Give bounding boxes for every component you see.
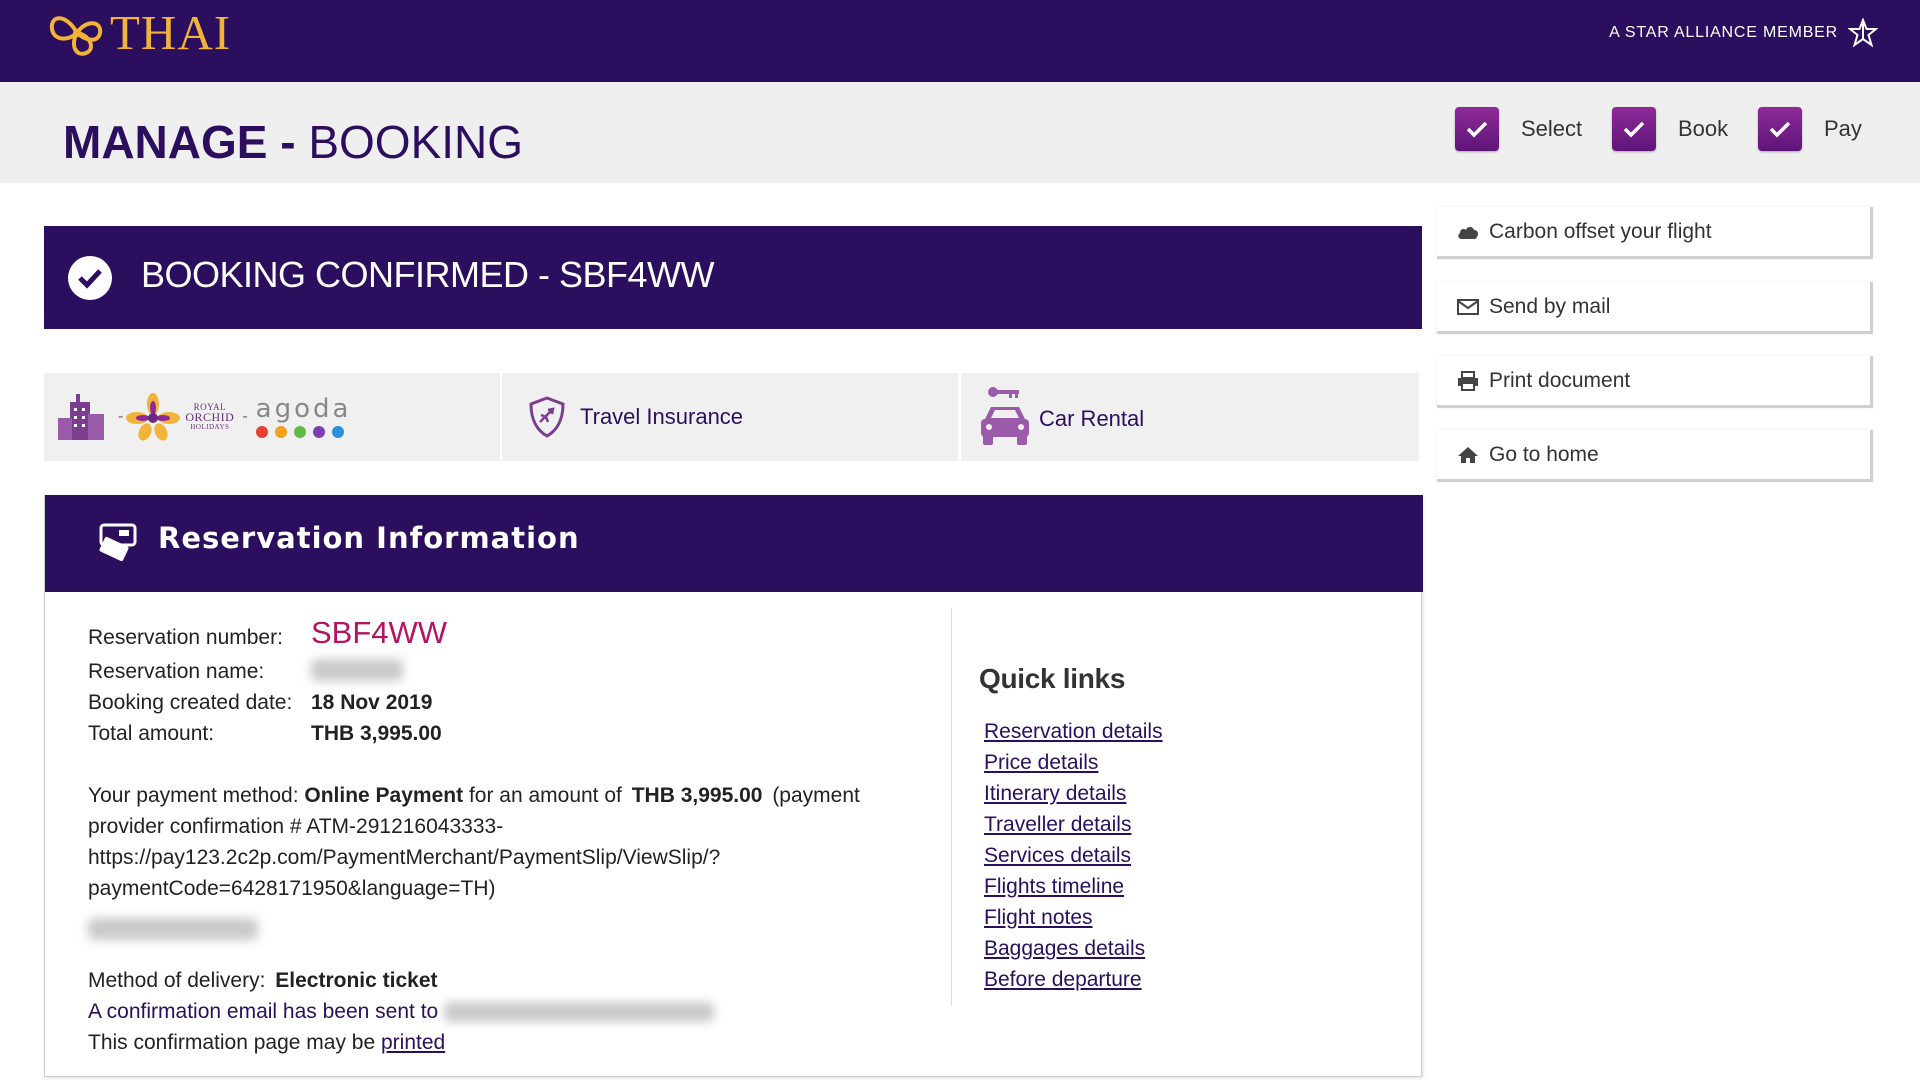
agoda-word: agoda	[255, 394, 352, 424]
car-key-icon	[981, 387, 1029, 445]
royal-line-2: ORCHID	[185, 410, 235, 424]
quick-link-flights-timeline[interactable]: Flights timeline	[984, 871, 1163, 902]
payment-middle: for an amount of	[468, 784, 622, 807]
side-button-label: Carbon offset your flight	[1489, 219, 1712, 243]
car-rental-tile[interactable]: Car Rental	[961, 373, 1419, 461]
payment-line-2: provider confirmation # ATM-291216043333…	[88, 815, 504, 838]
reservation-header: Reservation Information	[45, 495, 1423, 592]
booking-created-value: 18 Nov 2019	[311, 691, 433, 714]
royal-line-3: HOLIDAYS	[190, 423, 230, 431]
booking-created-label: Booking created date:	[88, 691, 293, 714]
check-circle-icon	[68, 256, 112, 300]
printable-line: This confirmation page may be printed	[88, 1027, 714, 1058]
quick-link-traveller-details[interactable]: Traveller details	[984, 809, 1163, 840]
cloud-icon	[1458, 226, 1478, 239]
step-label: Select	[1521, 116, 1583, 141]
email-sent-text: A confirmation email has been sent to	[88, 1000, 439, 1023]
go-to-home-button[interactable]: Go to home	[1437, 430, 1873, 482]
top-bar: THAI A STAR ALLIANCE MEMBER	[0, 0, 1920, 82]
step-check-icon	[1455, 107, 1499, 151]
thai-logo[interactable]: THAI	[46, 4, 231, 61]
side-button-label: Go to home	[1489, 442, 1599, 466]
total-amount-label: Total amount:	[88, 722, 215, 745]
reservation-name-redacted	[311, 659, 403, 687]
quick-link-baggages-details[interactable]: Baggages details	[984, 933, 1163, 964]
agoda-logo: agoda	[255, 394, 352, 438]
total-amount-value: THB 3,995.00	[311, 722, 442, 745]
star-alliance-badge: A STAR ALLIANCE MEMBER	[1609, 18, 1878, 48]
step-check-icon	[1612, 107, 1656, 151]
printed-link[interactable]: printed	[381, 1031, 445, 1054]
redacted-line	[88, 918, 258, 949]
delivery-section: Method of delivery: Electronic ticket A …	[88, 965, 715, 1058]
step-label: Pay	[1824, 116, 1862, 141]
hotel-building-icon	[58, 394, 104, 440]
carbon-offset-button[interactable]: Carbon offset your flight	[1437, 207, 1873, 259]
car-rental-label: Car Rental	[1039, 406, 1145, 431]
separator: -	[118, 408, 124, 425]
orchid-logo-icon	[49, 15, 103, 56]
quick-link-before-departure[interactable]: Before departure	[984, 964, 1163, 995]
print-document-button[interactable]: Print document	[1437, 356, 1873, 408]
royal-orchid-wordmark: ROYAL ORCHID HOLIDAYS	[185, 402, 234, 432]
quick-links-list: Reservation details Price details Itiner…	[984, 716, 1163, 995]
payment-prefix: Your payment method:	[88, 784, 299, 807]
booking-confirmed-banner: BOOKING CONFIRMED - SBF4WW	[44, 226, 1422, 329]
quick-link-reservation-details[interactable]: Reservation details	[984, 716, 1163, 747]
delivery-label: Method of delivery:	[88, 969, 266, 992]
redacted-email	[444, 1002, 715, 1023]
travel-insurance-tile[interactable]: Travel Insurance	[502, 373, 958, 461]
payment-amount: THB 3,995.00	[631, 784, 763, 807]
confirmation-title: BOOKING CONFIRMED - SBF4WW	[141, 254, 715, 295]
alliance-text: A STAR ALLIANCE MEMBER	[1609, 24, 1838, 41]
side-button-label: Send by mail	[1489, 294, 1611, 318]
payment-line-4: paymentCode=6428171950&language=TH)	[88, 877, 496, 900]
travel-insurance-label: Travel Insurance	[580, 404, 744, 429]
separator: -	[242, 408, 248, 425]
quick-link-price-details[interactable]: Price details	[984, 747, 1163, 778]
payment-method: Online Payment	[304, 784, 464, 807]
ticket-card-icon	[99, 523, 137, 562]
step-label: Book	[1678, 116, 1729, 141]
step-check-icon	[1758, 107, 1802, 151]
payment-suffix: (payment	[772, 784, 860, 807]
envelope-icon	[1457, 298, 1479, 315]
column-divider	[951, 608, 952, 1006]
agoda-dots	[255, 426, 352, 438]
quick-link-flight-notes[interactable]: Flight notes	[984, 902, 1163, 933]
step-pay: Pay	[1758, 106, 1862, 152]
reservation-number-label: Reservation number:	[88, 626, 283, 649]
header-band: MANAGE - BOOKING Select Book Pay	[0, 82, 1920, 183]
hotel-partners-tile[interactable]: - ROYAL ORCHID HOLIDAYS - agoda	[44, 373, 500, 461]
star-alliance-icon	[1848, 18, 1878, 48]
quick-link-services-details[interactable]: Services details	[984, 840, 1163, 871]
payment-line-3: https://pay123.2c2p.com/PaymentMerchant/…	[88, 846, 721, 869]
reservation-number-value: SBF4WW	[311, 615, 448, 650]
email-sent-line: A confirmation email has been sent to	[88, 996, 715, 1027]
reservation-name-label: Reservation name:	[88, 660, 265, 683]
home-icon	[1458, 446, 1478, 463]
send-by-mail-button[interactable]: Send by mail	[1437, 282, 1873, 334]
reservation-card: Reservation Information Reservation numb…	[44, 495, 1423, 1077]
step-book: Book	[1612, 106, 1728, 152]
royal-orchid-flower-icon	[126, 393, 181, 441]
quick-links-title: Quick links	[979, 663, 1126, 694]
page-title-light: BOOKING	[308, 116, 524, 168]
quick-link-itinerary-details[interactable]: Itinerary details	[984, 778, 1163, 809]
printer-icon	[1458, 370, 1478, 391]
logo-text: THAI	[110, 5, 232, 60]
step-select: Select	[1455, 106, 1582, 152]
payment-method-text: Your payment method: Online Payment for …	[88, 780, 860, 904]
reservation-title: Reservation Information	[158, 521, 580, 555]
printable-text: This confirmation page may be	[88, 1031, 376, 1054]
shield-plane-icon	[529, 396, 565, 438]
side-button-label: Print document	[1489, 368, 1631, 392]
page-title: MANAGE - BOOKING	[63, 115, 523, 169]
page-title-bold: MANAGE -	[63, 116, 296, 168]
delivery-value: Electronic ticket	[275, 969, 438, 992]
